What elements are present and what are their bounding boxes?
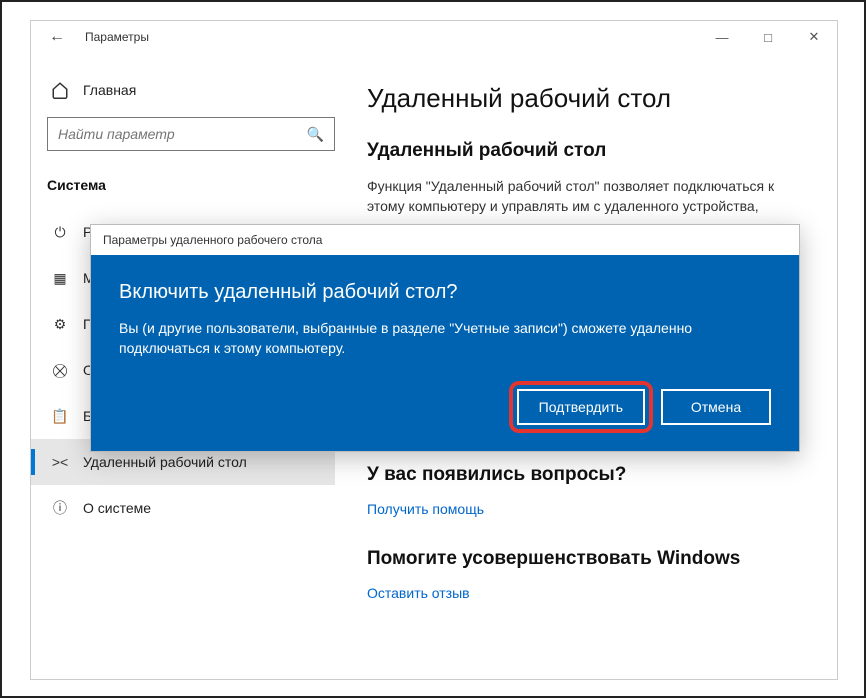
titlebar: ← Параметры — □ ✕ — [31, 21, 837, 53]
confirmation-dialog: Параметры удаленного рабочего стола Вклю… — [90, 224, 800, 452]
info-icon: ⓘ — [51, 499, 69, 517]
help-link[interactable]: Получить помощь — [367, 500, 813, 520]
dialog-body-text: Вы (и другие пользователи, выбранные в р… — [119, 318, 771, 359]
section-header: Система — [47, 177, 335, 193]
confirm-button[interactable]: Подтвердить — [517, 389, 645, 425]
feedback-link[interactable]: Оставить отзыв — [367, 584, 813, 604]
sub-heading: Удаленный рабочий стол — [367, 140, 813, 162]
improve-heading: Помогите усовершенствовать Windows — [367, 548, 813, 570]
power-icon: ⏻ — [51, 223, 69, 241]
search-input[interactable] — [58, 126, 307, 142]
sidebar-item-label: О системе — [83, 500, 151, 516]
questions-heading: У вас появились вопросы? — [367, 464, 813, 486]
description-text: Функция "Удаленный рабочий стол" позволя… — [367, 176, 813, 217]
sidebar-item-about[interactable]: ⓘ О системе — [31, 485, 335, 531]
close-button[interactable]: ✕ — [791, 21, 837, 53]
multitask-icon: ▦ — [51, 269, 69, 287]
project-icon: ⚙ — [51, 315, 69, 333]
dialog-title: Параметры удаленного рабочего стола — [91, 225, 799, 255]
back-icon[interactable]: ← — [49, 28, 65, 46]
dialog-heading: Включить удаленный рабочий стол? — [119, 281, 771, 304]
remote-icon: >< — [51, 453, 69, 471]
window-title: Параметры — [85, 30, 149, 44]
clipboard-icon: 📋 — [51, 407, 69, 425]
maximize-button[interactable]: □ — [745, 21, 791, 53]
sidebar-item-label: Удаленный рабочий стол — [83, 454, 247, 470]
share-icon: ⛒ — [51, 361, 69, 379]
cancel-button[interactable]: Отмена — [661, 389, 771, 425]
home-label: Главная — [83, 82, 136, 98]
home-nav[interactable]: Главная — [47, 81, 335, 99]
minimize-button[interactable]: — — [699, 21, 745, 53]
page-title: Удаленный рабочий стол — [367, 83, 813, 114]
search-box[interactable]: 🔍 — [47, 117, 335, 151]
home-icon — [51, 81, 69, 99]
search-icon: 🔍 — [307, 126, 324, 143]
